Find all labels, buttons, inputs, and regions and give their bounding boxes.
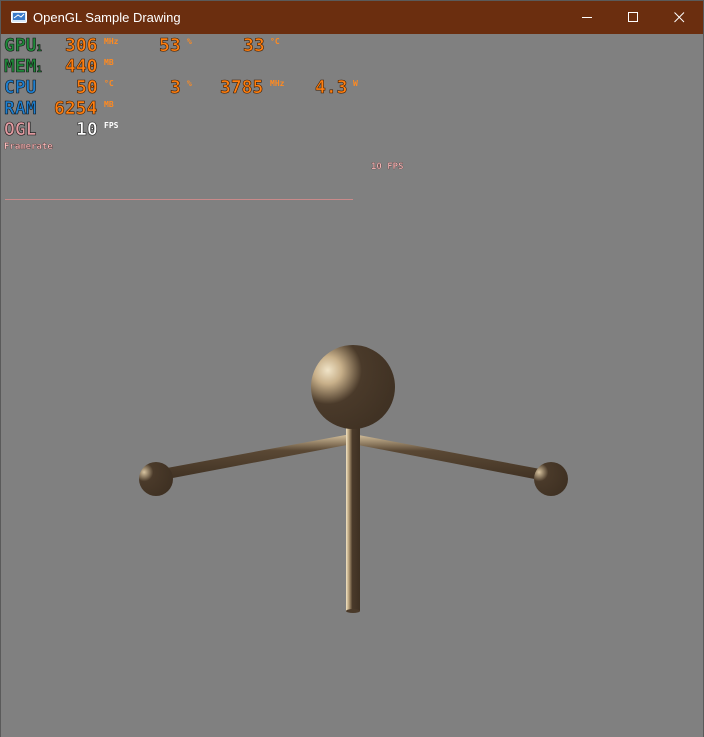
app-window: OpenGL Sample Drawing GPU1 306 MHz 53 % … xyxy=(0,0,704,737)
right-hand-sphere xyxy=(534,462,568,496)
head-sphere xyxy=(311,345,395,429)
cpu-power-value: 4.3 xyxy=(315,77,348,98)
right-arm xyxy=(353,434,551,482)
cpu-temp-value: 50 xyxy=(76,77,98,98)
gpu-temp-unit: °C xyxy=(270,37,280,46)
gl-scene xyxy=(139,345,568,613)
cpu-label: CPU xyxy=(4,77,37,98)
left-arm xyxy=(156,434,352,481)
gpu-usage-value: 53 xyxy=(159,35,181,56)
ram-value: 6254 xyxy=(54,98,98,119)
cpu-usage-value: 3 xyxy=(170,77,181,98)
ram-unit: MB xyxy=(104,100,114,109)
ogl-label: OGL xyxy=(4,119,37,140)
vertical-rod xyxy=(346,419,360,611)
cpu-power-unit: W xyxy=(353,79,358,88)
framerate-label: Framerate xyxy=(4,142,53,152)
left-hand-sphere xyxy=(139,462,173,496)
mem-unit: MB xyxy=(104,58,114,67)
mem-value: 440 xyxy=(65,56,98,77)
cpu-clock-value: 3785 xyxy=(220,77,264,98)
cpu-temp-unit: °C xyxy=(104,79,114,88)
gpu-clock-value: 306 xyxy=(65,35,98,56)
ogl-fps-unit: FPS xyxy=(104,121,119,130)
framerate-graph-line xyxy=(5,199,353,200)
ram-label: RAM xyxy=(4,98,37,119)
gpu-usage-unit: % xyxy=(187,37,192,46)
mem-label: MEM1 xyxy=(4,56,43,77)
ogl-fps-value: 10 xyxy=(76,119,98,140)
cpu-usage-unit: % xyxy=(187,79,192,88)
gpu-temp-value: 33 xyxy=(243,35,265,56)
framerate-graph-value: 10 FPS xyxy=(371,162,404,172)
gpu-clock-unit: MHz xyxy=(104,37,119,46)
cpu-clock-unit: MHz xyxy=(270,79,285,88)
gpu-label: GPU1 xyxy=(4,35,43,56)
